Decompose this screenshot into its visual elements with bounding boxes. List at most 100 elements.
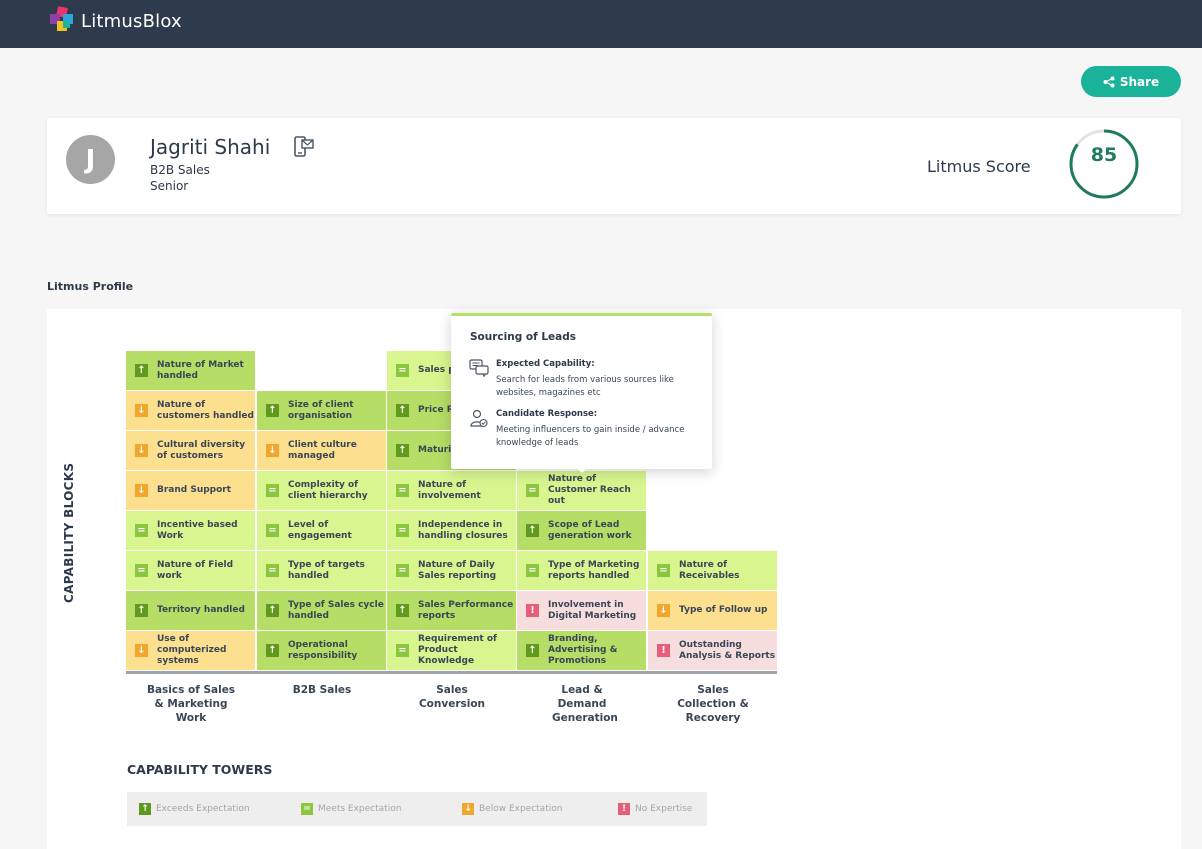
response-heading: Candidate Response: xyxy=(496,409,598,419)
capability-cell-label: Nature of customers handled xyxy=(157,399,254,421)
arrow-down-icon: ↓ xyxy=(135,404,148,417)
app-logo[interactable]: LitmusBlox xyxy=(48,6,182,36)
capability-cell[interactable]: ↓ Use of computerized systems xyxy=(126,631,255,670)
legend: ↑ Exceeds Expectation = Meets Expectatio… xyxy=(127,792,707,826)
equals-icon: = xyxy=(135,564,148,577)
capability-cell-label: Outstanding Analysis & Reports xyxy=(679,639,776,661)
capability-cell[interactable]: = Independence in handling closures xyxy=(387,511,516,550)
equals-icon: = xyxy=(266,564,279,577)
legend-item-below: ↓ Below Expectation xyxy=(462,803,562,815)
arrow-down-icon: ↓ xyxy=(657,604,670,617)
capability-cell[interactable]: ↑ Branding, Advertising & Promotions xyxy=(517,631,646,670)
legend-label: Meets Expectation xyxy=(318,804,402,814)
capability-cell-label: Nature of Market handled xyxy=(157,359,244,381)
capability-cell[interactable]: ↑ Size of client organisation xyxy=(257,391,386,430)
person-check-icon xyxy=(470,409,488,428)
capability-cell-label: Nature of involvement xyxy=(418,479,481,501)
capability-cell-label: Brand Support xyxy=(157,485,232,495)
tooltip-title: Sourcing of Leads xyxy=(470,331,576,343)
capability-cell[interactable]: = Incentive based Work xyxy=(126,511,255,550)
capability-cell-label: Territory handled xyxy=(157,605,245,615)
arrow-down-icon: ↓ xyxy=(266,444,279,457)
capability-cell[interactable]: ! Involvement in Digital Marketing xyxy=(517,591,646,630)
capability-cell[interactable]: ↓ Type of Follow up xyxy=(648,591,777,630)
capability-cell[interactable]: ↓ Brand Support xyxy=(126,471,255,510)
tower-label: Basics of Sales & Marketing Work xyxy=(146,684,236,724)
capability-cell-label: Scope of Lead generation work xyxy=(548,519,632,541)
equals-icon: = xyxy=(526,484,539,497)
legend-label: Exceeds Expectation xyxy=(156,804,250,814)
legend-label: No Expertise xyxy=(635,804,693,814)
capability-cell-label: Client culture managed xyxy=(288,439,357,461)
capability-cell[interactable]: ↑ Sales Performance reports xyxy=(387,591,516,630)
arrow-up-icon: ↑ xyxy=(266,404,279,417)
contact-phone-icon[interactable] xyxy=(293,136,315,158)
capability-cell-label: Type of Follow up xyxy=(679,605,768,615)
capability-cell[interactable]: = Nature of Daily Sales reporting xyxy=(387,551,516,590)
capability-cell-label: Type of Sales cycle handled xyxy=(288,599,384,621)
capability-cell[interactable]: ↑ Territory handled xyxy=(126,591,255,630)
candidate-role: B2B Sales xyxy=(150,163,210,177)
capability-cell-label: Branding, Advertising & Promotions xyxy=(548,634,618,666)
capability-cell[interactable]: ↑ Scope of Lead generation work xyxy=(517,511,646,550)
capability-cell-label: Type of Marketing reports handled xyxy=(548,559,640,581)
share-button[interactable]: Share xyxy=(1081,66,1181,97)
candidate-level: Senior xyxy=(150,179,189,193)
arrow-up-icon: ↑ xyxy=(396,604,409,617)
capability-cell[interactable]: = Nature of Customer Reach out xyxy=(517,471,646,510)
capability-cell[interactable]: ↓ Cultural diversity of customers xyxy=(126,431,255,470)
arrow-up-icon: ↑ xyxy=(135,364,148,377)
arrow-down-icon: ↓ xyxy=(135,484,148,497)
capability-cell-label: Size of client organisation xyxy=(288,399,354,421)
legend-item-exceeds: ↑ Exceeds Expectation xyxy=(139,803,250,815)
capability-cell[interactable]: = Type of Marketing reports handled xyxy=(517,551,646,590)
equals-icon: = xyxy=(396,524,409,537)
equals-icon: = xyxy=(301,803,313,815)
capability-cell[interactable]: = Nature of Field work xyxy=(126,551,255,590)
arrow-down-icon: ↓ xyxy=(462,803,474,815)
capability-cell[interactable]: = Complexity of client hierarchy xyxy=(257,471,386,510)
expected-heading: Expected Capability: xyxy=(496,359,595,369)
score-value: 85 xyxy=(1090,144,1118,166)
capability-cell-label: Sales Performance reports xyxy=(418,599,514,621)
candidate-name: Jagriti Shahi xyxy=(150,135,271,159)
legend-item-none: ! No Expertise xyxy=(618,803,692,815)
equals-icon: = xyxy=(266,524,279,537)
capability-tooltip: Sourcing of Leads Expected Capability: S… xyxy=(451,313,712,473)
capability-cell[interactable]: ! Outstanding Analysis & Reports xyxy=(648,631,777,670)
capability-cell[interactable]: ↓ Client culture managed xyxy=(257,431,386,470)
capability-cell[interactable]: = Nature of Receivables xyxy=(648,551,777,590)
capability-cell-label: Nature of Receivables xyxy=(679,559,740,581)
capability-towers-label: CAPABILITY TOWERS xyxy=(127,762,273,777)
capability-cell-label: Nature of Field work xyxy=(157,559,234,581)
tower-label: B2B Sales xyxy=(292,684,352,696)
capability-cell[interactable]: ↓ Nature of customers handled xyxy=(126,391,255,430)
capability-cell-label: Cultural diversity of customers xyxy=(157,439,246,461)
capability-cell[interactable]: ↑ Nature of Market handled xyxy=(126,351,255,390)
equals-icon: = xyxy=(526,564,539,577)
capability-cell[interactable]: ↑ Type of Sales cycle handled xyxy=(257,591,386,630)
equals-icon: = xyxy=(135,524,148,537)
capability-cell[interactable]: ↑ Operational responsibility xyxy=(257,631,386,670)
profile-card: J Jagriti Shahi B2B Sales Senior Litmus … xyxy=(47,118,1181,214)
share-label: Share xyxy=(1119,74,1160,89)
capability-cell-label: Incentive based Work xyxy=(157,519,238,541)
arrow-up-icon: ↑ xyxy=(135,604,148,617)
capability-cell-label: Use of computerized systems xyxy=(157,634,227,666)
capability-cell[interactable]: = Type of targets handled xyxy=(257,551,386,590)
equals-icon: = xyxy=(396,484,409,497)
capability-cell-label: Independence in handling closures xyxy=(418,519,508,541)
arrow-down-icon: ↓ xyxy=(135,644,148,657)
avatar: J xyxy=(66,135,115,184)
capability-cell[interactable]: = Requirement of Product Knowledge xyxy=(387,631,516,670)
expected-text: Search for leads from various sources li… xyxy=(496,375,674,398)
exclamation-icon: ! xyxy=(526,604,539,617)
capability-cell[interactable]: = Nature of involvement xyxy=(387,471,516,510)
share-icon xyxy=(1103,76,1115,87)
app-name: LitmusBlox xyxy=(81,10,182,32)
capability-cell-label: Nature of Customer Reach out xyxy=(548,474,631,506)
legend-item-meets: = Meets Expectation xyxy=(301,803,401,815)
equals-icon: = xyxy=(396,644,409,657)
capability-cell[interactable]: = Level of engagement xyxy=(257,511,386,550)
capability-cell-label: Level of engagement xyxy=(288,519,352,541)
